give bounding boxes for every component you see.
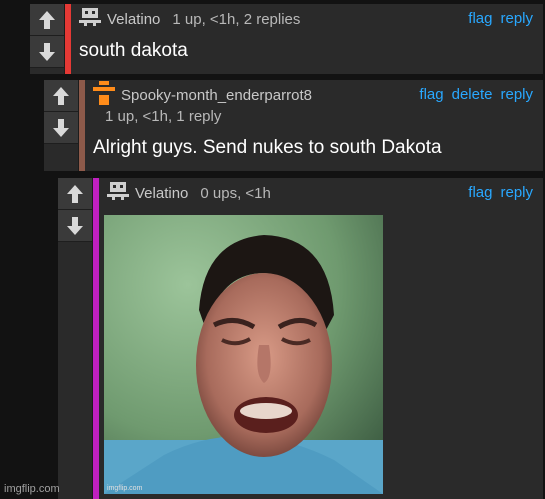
crying-boy-picture xyxy=(104,215,383,494)
comment-actions: flag reply xyxy=(468,10,533,27)
comment-body: Velatino 1 up, <1h, 2 replies flag reply… xyxy=(71,4,543,74)
downvote-arrow-icon xyxy=(39,42,55,61)
downvote-button[interactable] xyxy=(30,36,64,68)
downvote-button[interactable] xyxy=(58,210,92,242)
comment-meta: 1 up, <1h, 1 reply xyxy=(105,108,222,125)
reply-link[interactable]: reply xyxy=(500,184,533,201)
comment-text: Alright guys. Send nukes to south Dakota xyxy=(93,137,442,158)
comment-meta: 0 ups, <1h xyxy=(200,184,271,202)
upvote-arrow-icon xyxy=(39,10,55,29)
comment-body: Spooky-month_enderparrot8 1 up, <1h, 1 r… xyxy=(85,80,543,171)
comment-thread: Velatino 1 up, <1h, 2 replies flag reply… xyxy=(0,0,545,499)
imgflip-watermark: imgflip.com xyxy=(4,483,60,495)
upvote-arrow-icon xyxy=(53,86,69,105)
comment-username[interactable]: Spooky-month_enderparrot8 xyxy=(121,87,312,104)
hat-avatar-icon[interactable] xyxy=(93,80,115,110)
comment-username[interactable]: Velatino xyxy=(135,185,188,202)
comment-2: Spooky-month_enderparrot8 1 up, <1h, 1 r… xyxy=(44,80,543,171)
meme-image[interactable]: imgflip.com xyxy=(104,215,383,494)
comment-actions: flag delete reply xyxy=(419,86,533,103)
flag-link[interactable]: flag xyxy=(468,10,492,27)
downvote-arrow-icon xyxy=(53,118,69,137)
comment-1: Velatino 1 up, <1h, 2 replies flag reply… xyxy=(30,4,543,74)
upvote-arrow-icon xyxy=(67,184,83,203)
comment-text: south dakota xyxy=(79,40,188,61)
comment-3: Velatino 0 ups, <1h flag reply imgflip.c… xyxy=(58,178,543,499)
comment-body: Velatino 0 ups, <1h flag reply imgflip.c… xyxy=(99,178,543,499)
comment-username[interactable]: Velatino xyxy=(107,11,160,28)
downvote-arrow-icon xyxy=(67,216,83,235)
reply-link[interactable]: reply xyxy=(500,86,533,103)
downvote-button[interactable] xyxy=(44,112,78,144)
flag-link[interactable]: flag xyxy=(468,184,492,201)
comment-meta: 1 up, <1h, 2 replies xyxy=(172,10,301,28)
flag-link[interactable]: flag xyxy=(419,86,443,103)
vote-column xyxy=(30,4,65,74)
vote-column xyxy=(44,80,79,171)
image-watermark: imgflip.com xyxy=(107,485,143,492)
skull-avatar-icon[interactable] xyxy=(107,181,129,205)
upvote-button[interactable] xyxy=(58,178,92,210)
reply-link[interactable]: reply xyxy=(500,10,533,27)
upvote-button[interactable] xyxy=(44,80,78,112)
skull-avatar-icon[interactable] xyxy=(79,7,101,31)
delete-link[interactable]: delete xyxy=(452,86,493,103)
vote-column xyxy=(58,178,93,499)
upvote-button[interactable] xyxy=(30,4,64,36)
comment-actions: flag reply xyxy=(468,184,533,201)
